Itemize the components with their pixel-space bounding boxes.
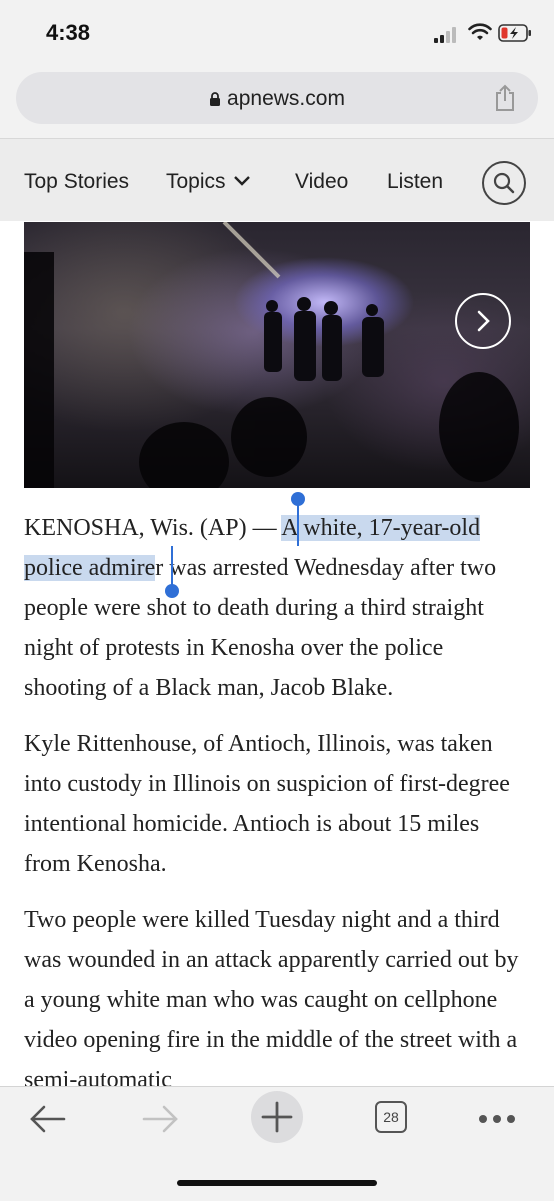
browser-address-area: apnews.com: [0, 66, 554, 139]
battery-low-icon: [498, 24, 531, 42]
selection-end-handle[interactable]: [165, 584, 179, 598]
home-indicator[interactable]: [177, 1180, 377, 1186]
nav-topics-label: Topics: [166, 170, 226, 193]
dateline: KENOSHA, Wis. (AP) —: [24, 515, 282, 541]
selected-text-1[interactable]: A white, 17-year-old: [281, 515, 481, 541]
chevron-right-icon: [477, 310, 490, 332]
selection-start-caret: [297, 504, 299, 546]
search-button[interactable]: [482, 161, 526, 205]
article-paragraph-1[interactable]: KENOSHA, Wis. (AP) — A white, 17-year-ol…: [24, 508, 530, 708]
nav-video[interactable]: Video: [295, 170, 348, 194]
article-hero-image[interactable]: [24, 222, 530, 488]
gallery-next-button[interactable]: [455, 293, 511, 349]
address-bar[interactable]: apnews.com: [16, 72, 538, 124]
new-tab-button[interactable]: [251, 1091, 303, 1143]
share-icon[interactable]: [492, 84, 518, 112]
article-body: KENOSHA, Wis. (AP) — A white, 17-year-ol…: [24, 508, 530, 1116]
arrow-left-icon[interactable]: [28, 1097, 68, 1141]
wifi-icon: [468, 23, 492, 40]
cellular-signal-icon: [434, 27, 460, 43]
site-nav: Top Stories Topics Video Listen: [0, 139, 554, 221]
article-paragraph-3[interactable]: Two people were killed Tuesday night and…: [24, 900, 530, 1100]
arrow-right-icon[interactable]: [140, 1097, 180, 1141]
hero-photo: [24, 222, 519, 488]
tabs-button[interactable]: 28: [375, 1101, 407, 1133]
search-icon: [493, 172, 515, 194]
nav-top-stories[interactable]: Top Stories: [24, 170, 129, 194]
selection-end-caret: [171, 546, 173, 586]
chevron-down-icon: [233, 176, 250, 186]
status-time: 4:38: [46, 20, 91, 45]
more-dots-icon[interactable]: [476, 1097, 518, 1141]
article-paragraph-2[interactable]: Kyle Rittenhouse, of Antioch, Illinois, …: [24, 724, 530, 884]
selected-text-2[interactable]: police admire: [24, 555, 156, 581]
nav-listen[interactable]: Listen: [387, 170, 443, 194]
status-bar: 4:38: [0, 0, 554, 66]
url-display[interactable]: apnews.com: [16, 87, 538, 111]
url-text: apnews.com: [227, 87, 345, 110]
nav-topics[interactable]: Topics: [166, 170, 250, 194]
lock-icon: [210, 92, 221, 106]
plus-icon: [261, 1101, 293, 1133]
